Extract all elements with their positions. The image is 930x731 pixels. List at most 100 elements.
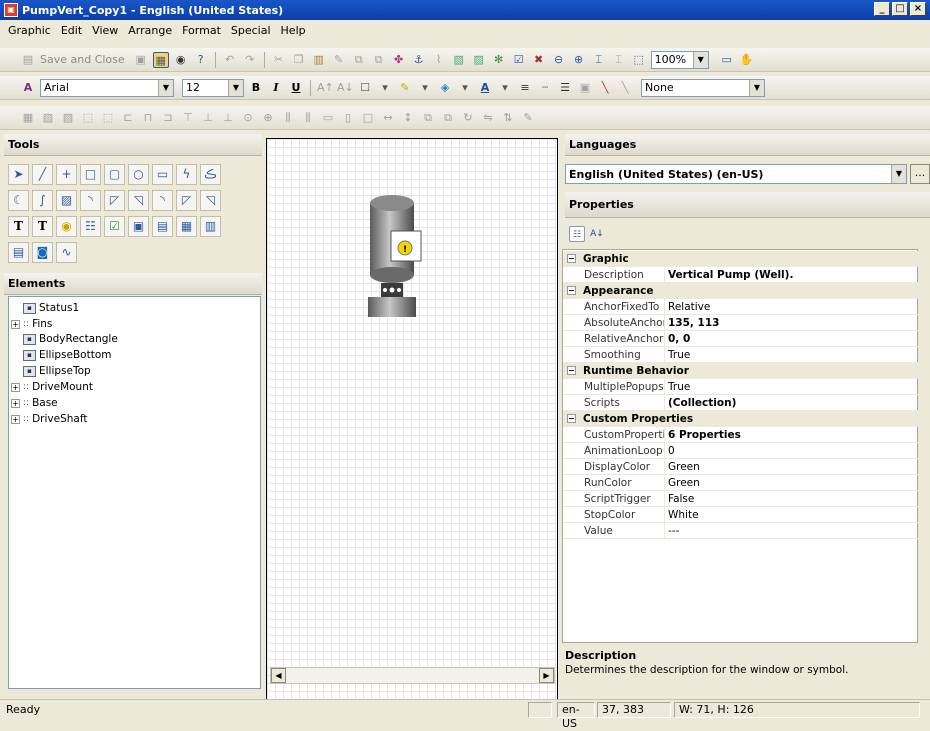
menu-edit[interactable]: Edit: [61, 24, 82, 37]
close-button[interactable]: ×: [910, 2, 926, 16]
line-weight-icon[interactable]: ☰: [557, 80, 573, 96]
image-tool-icon[interactable]: ▨: [56, 190, 77, 211]
chevron-down-icon[interactable]: ▾: [497, 80, 513, 96]
closed-curve-tool-icon[interactable]: ∫: [32, 190, 53, 211]
property-value[interactable]: (Collection): [668, 395, 736, 411]
pencil-icon[interactable]: ✎: [520, 110, 536, 126]
arc2-tool-icon[interactable]: ◝: [152, 190, 173, 211]
distribute-h-icon[interactable]: ⫼: [280, 110, 296, 126]
export-icon[interactable]: ▨: [471, 52, 487, 68]
property-value[interactable]: 6 Properties: [668, 427, 741, 443]
align-right-icon[interactable]: ⊐: [160, 110, 176, 126]
chevron-down-icon[interactable]: ▾: [377, 80, 393, 96]
text-tool-icon[interactable]: T: [8, 216, 29, 237]
pen-icon[interactable]: ╲: [597, 80, 613, 96]
clone-icon[interactable]: ⧉: [371, 52, 387, 68]
rotate-icon[interactable]: ↻: [460, 110, 476, 126]
align-middle-icon[interactable]: ⊥: [200, 110, 216, 126]
property-category[interactable]: − Graphic: [563, 251, 919, 267]
combobox-tool-icon[interactable]: ▤: [152, 216, 173, 237]
link-icon[interactable]: ⌇: [431, 52, 447, 68]
datetime-tool-icon[interactable]: ▥: [200, 216, 221, 237]
polygon-tool-icon[interactable]: ڪ: [200, 164, 221, 185]
shadow-icon[interactable]: ▣: [577, 80, 593, 96]
make-same-size-icon[interactable]: □: [360, 110, 376, 126]
image-icon[interactable]: ▦: [152, 51, 169, 68]
property-row[interactable]: StopColor White: [563, 507, 919, 523]
validate-icon[interactable]: ✖: [531, 52, 547, 68]
tree-item-bodyrectangle[interactable]: ▪ BodyRectangle: [23, 332, 118, 346]
save-and-close-button[interactable]: Save and Close: [40, 53, 125, 66]
polyline-tool-icon[interactable]: ϟ: [176, 164, 197, 185]
property-row[interactable]: Value ---: [563, 523, 919, 539]
property-value[interactable]: White: [668, 507, 699, 523]
property-value[interactable]: Green: [668, 475, 700, 491]
hv-line-tool-icon[interactable]: +: [56, 164, 77, 185]
align-bottom-icon[interactable]: ⊥: [220, 110, 236, 126]
zoom-selection-icon[interactable]: ⬚: [631, 52, 647, 68]
minimize-button[interactable]: _: [874, 2, 890, 16]
embedded-symbol-tool-icon[interactable]: ◙: [32, 242, 53, 263]
distribute-v-icon[interactable]: ⫼: [300, 110, 316, 126]
zoom-width-icon[interactable]: ⌶: [611, 52, 627, 68]
tag-icon[interactable]: ✤: [391, 52, 407, 68]
checkbox-tool-icon[interactable]: ☑: [104, 216, 125, 237]
undo-icon[interactable]: ↶: [222, 52, 238, 68]
drawing-canvas[interactable]: !: [266, 138, 558, 704]
copy-icon[interactable]: ❐: [291, 52, 307, 68]
align-icon[interactable]: ≡: [517, 80, 533, 96]
expand-icon[interactable]: +: [11, 319, 20, 329]
flip-v-icon[interactable]: ⇅: [500, 110, 516, 126]
grow-font-icon[interactable]: A↑: [317, 80, 334, 96]
property-row[interactable]: RunColor Green: [563, 475, 919, 491]
menu-arrange[interactable]: Arrange: [128, 24, 172, 37]
pie-tool-icon[interactable]: ◸: [104, 190, 125, 211]
zoom-in-icon[interactable]: ⊕: [571, 52, 587, 68]
text-color-icon[interactable]: A: [477, 80, 493, 96]
make-same-height-icon[interactable]: ▯: [340, 110, 356, 126]
collapse-icon[interactable]: −: [567, 254, 576, 263]
line-style-select[interactable]: None ▼: [641, 78, 765, 97]
record-icon[interactable]: ◉: [173, 52, 189, 68]
expand-icon[interactable]: +: [11, 414, 20, 424]
menu-view[interactable]: View: [92, 24, 118, 37]
line-pattern-icon[interactable]: ┅: [537, 80, 553, 96]
horizontal-scrollbar[interactable]: ◀ ▶: [270, 667, 555, 684]
path-icon[interactable]: ⬚: [80, 110, 96, 126]
language-select[interactable]: English (United States) (en-US) ▼: [565, 164, 907, 184]
property-value[interactable]: 135, 113: [668, 315, 719, 331]
property-row[interactable]: MultiplePopups True: [563, 379, 919, 395]
ellipse-tool-icon[interactable]: ○: [128, 164, 149, 185]
space-v-icon[interactable]: ↕: [400, 110, 416, 126]
property-category[interactable]: − Runtime Behavior: [563, 363, 919, 379]
property-category[interactable]: − Appearance: [563, 283, 919, 299]
bring-front-icon[interactable]: ⧉: [420, 110, 436, 126]
pie2-tool-icon[interactable]: ◸: [176, 190, 197, 211]
radio-group-tool-icon[interactable]: ☷: [80, 216, 101, 237]
listbox-tool-icon[interactable]: ▤: [8, 242, 29, 263]
property-row[interactable]: Description Vertical Pump (Well).: [563, 267, 919, 283]
property-row[interactable]: ScriptTrigger False: [563, 491, 919, 507]
group-icon[interactable]: ▦: [20, 110, 36, 126]
property-row[interactable]: CustomProperties6 Properties: [563, 427, 919, 443]
flip-icon[interactable]: ⇋: [480, 110, 496, 126]
make-same-width-icon[interactable]: ▭: [320, 110, 336, 126]
calendar-tool-icon[interactable]: ▦: [176, 216, 197, 237]
collapse-icon[interactable]: −: [567, 414, 576, 423]
zoom-select[interactable]: 100% ▼: [650, 50, 709, 69]
chord2-tool-icon[interactable]: ◹: [200, 190, 221, 211]
pan-hand-icon[interactable]: ✋: [739, 52, 755, 68]
ellipse-top[interactable]: [370, 195, 414, 211]
textbox-tool-icon[interactable]: T: [32, 216, 53, 237]
cut-icon[interactable]: ✂: [271, 52, 287, 68]
expand-icon[interactable]: +: [11, 398, 20, 408]
menu-special[interactable]: Special: [231, 24, 271, 37]
zoom-fit-icon[interactable]: ⌶: [591, 52, 607, 68]
duplicate-icon[interactable]: ⧉: [351, 52, 367, 68]
property-row[interactable]: AnimationLoop 0: [563, 443, 919, 459]
font-family-select[interactable]: Arial ▼: [40, 78, 174, 97]
property-value[interactable]: False: [668, 491, 694, 507]
bug-icon[interactable]: ✻: [491, 52, 507, 68]
property-row[interactable]: Scripts (Collection): [563, 395, 919, 411]
line-color-icon[interactable]: ✎: [397, 80, 413, 96]
